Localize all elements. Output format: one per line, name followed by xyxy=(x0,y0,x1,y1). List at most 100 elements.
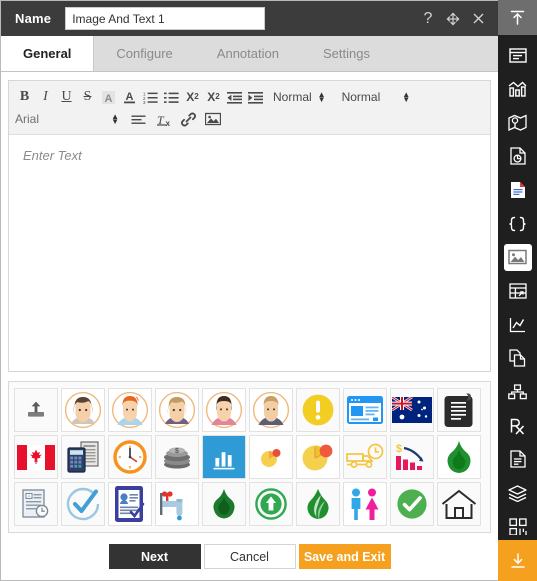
water-tap-icon[interactable] xyxy=(155,482,199,526)
bar-chart-tile-icon[interactable] xyxy=(202,435,246,479)
avatar-boy-dark-hair-icon[interactable] xyxy=(202,388,246,432)
avatar-woman-brown-hair-icon[interactable] xyxy=(61,388,105,432)
font-family-stepper[interactable]: ▲ ▼ xyxy=(111,113,119,126)
svg-text:3: 3 xyxy=(143,100,146,104)
editor-toolbar: B I U S A A 1 2 3 X 2 X 2 Normal ▲ ▼ Nor… xyxy=(9,81,490,135)
palette-row xyxy=(14,388,485,432)
rail-item-image[interactable] xyxy=(503,244,532,271)
rail-item-grid[interactable] xyxy=(504,513,532,540)
warning-exclamation-icon[interactable] xyxy=(296,388,340,432)
superscript-button[interactable]: X2 xyxy=(204,88,223,107)
document-time-icon[interactable]: A xyxy=(14,482,58,526)
rail-item-document[interactable] xyxy=(504,177,532,204)
font-size-value: Normal xyxy=(341,90,381,104)
pie-chart-small-icon[interactable] xyxy=(249,435,293,479)
italic-button[interactable]: I xyxy=(36,88,55,107)
avatar-woman-blonde-icon[interactable] xyxy=(155,388,199,432)
palette-row: $ $ xyxy=(14,435,485,479)
tab-general[interactable]: General xyxy=(1,36,95,71)
dark-flame-icon[interactable] xyxy=(202,482,246,526)
rich-text-editor: B I U S A A 1 2 3 X 2 X 2 Normal ▲ ▼ Nor… xyxy=(8,80,491,372)
strikethrough-button[interactable]: S xyxy=(78,88,97,107)
icon-palette: $ $ A xyxy=(8,381,491,533)
clock-icon[interactable] xyxy=(108,435,152,479)
toolbar-row-1: B I U S A A 1 2 3 X 2 X 2 Normal ▲ ▼ Nor… xyxy=(15,86,484,108)
rail-item-pie-document[interactable] xyxy=(504,143,532,170)
font-color-icon[interactable]: A xyxy=(120,88,139,107)
declining-cost-chart-icon[interactable]: $ xyxy=(390,435,434,479)
svg-text:A: A xyxy=(105,93,113,105)
indent-icon[interactable] xyxy=(246,88,265,107)
restroom-icon[interactable] xyxy=(343,482,387,526)
avatar-man-red-hair-icon[interactable] xyxy=(108,388,152,432)
check-circle-outline-icon[interactable] xyxy=(61,482,105,526)
tab-settings[interactable]: Settings xyxy=(301,36,392,71)
rail-item-bar-chart[interactable] xyxy=(504,76,532,103)
palette-row: A xyxy=(14,482,485,526)
rail-item-hierarchy[interactable] xyxy=(504,379,532,406)
rail-item-list xyxy=(498,35,537,540)
download-icon[interactable] xyxy=(498,540,537,581)
house-outline-icon[interactable] xyxy=(437,482,481,526)
move-icon[interactable] xyxy=(445,10,461,28)
leaf-flame-icon[interactable] xyxy=(296,482,340,526)
font-size-stepper[interactable]: ▲ ▼ xyxy=(402,91,410,104)
link-icon[interactable] xyxy=(179,110,198,129)
next-button[interactable]: Next xyxy=(108,544,201,569)
font-family-dropdown[interactable]: Arial ▲ ▼ xyxy=(15,112,119,126)
paragraph-style-dropdown[interactable]: Normal ▲ ▼ xyxy=(273,90,326,104)
australia-flag-icon[interactable] xyxy=(390,388,434,432)
name-input[interactable] xyxy=(65,7,266,30)
svg-text:A: A xyxy=(126,91,134,103)
id-form-icon[interactable] xyxy=(108,482,152,526)
rail-item-layers[interactable] xyxy=(504,480,532,507)
rail-item-table[interactable] xyxy=(504,278,532,305)
rail-item-line-chart[interactable] xyxy=(504,311,532,338)
unordered-list-icon[interactable] xyxy=(162,88,181,107)
paragraph-style-stepper[interactable]: ▲ ▼ xyxy=(318,91,326,104)
green-check-icon[interactable] xyxy=(390,482,434,526)
canada-flag-icon[interactable] xyxy=(14,435,58,479)
title-bar: Name ? xyxy=(1,1,498,36)
editor-text-area[interactable]: Enter Text xyxy=(9,135,490,371)
tab-annotation[interactable]: Annotation xyxy=(195,36,301,71)
font-family-value: Arial xyxy=(15,112,40,126)
recycle-arrow-circle-icon[interactable] xyxy=(249,482,293,526)
browser-window-icon[interactable] xyxy=(343,388,387,432)
underline-button[interactable]: U xyxy=(57,88,76,107)
help-icon[interactable]: ? xyxy=(420,10,436,28)
cancel-button[interactable]: Cancel xyxy=(203,544,296,569)
rail-item-note[interactable] xyxy=(504,446,532,473)
green-flame-icon[interactable] xyxy=(437,435,481,479)
rail-item-map[interactable] xyxy=(504,109,532,136)
close-icon[interactable] xyxy=(470,10,486,28)
subscript-button[interactable]: X2 xyxy=(183,88,202,107)
rail-item-prescription[interactable] xyxy=(504,412,532,439)
rail-item-panel[interactable] xyxy=(504,42,532,69)
editor-placeholder: Enter Text xyxy=(23,148,82,163)
highlight-color-icon[interactable]: A xyxy=(99,88,118,107)
pie-chart-icon[interactable] xyxy=(296,435,340,479)
align-icon[interactable] xyxy=(129,110,148,129)
save-and-exit-button[interactable]: Save and Exit xyxy=(298,544,391,569)
avatar-man-blonde-icon[interactable] xyxy=(249,388,293,432)
font-size-dropdown[interactable]: Normal ▲ ▼ xyxy=(342,90,411,104)
delivery-truck-time-icon[interactable] xyxy=(343,435,387,479)
collapse-up-icon[interactable] xyxy=(498,0,537,35)
scroll-document-icon[interactable] xyxy=(437,388,481,432)
rail-item-code[interactable] xyxy=(504,210,532,237)
rail-item-copy[interactable] xyxy=(504,345,532,372)
coins-stack-icon[interactable]: $ xyxy=(155,435,199,479)
name-label: Name xyxy=(15,11,52,26)
clear-formatting-icon[interactable]: T x xyxy=(155,110,174,129)
bold-button[interactable]: B xyxy=(15,88,34,107)
upload-icon[interactable] xyxy=(14,388,58,432)
svg-text:$: $ xyxy=(396,443,402,455)
insert-image-icon[interactable] xyxy=(203,110,222,129)
outdent-icon[interactable] xyxy=(225,88,244,107)
calculator-icon[interactable] xyxy=(61,435,105,479)
dialog-body: B I U S A A 1 2 3 X 2 X 2 Normal ▲ ▼ Nor… xyxy=(1,72,498,580)
toolbar-row-2: Arial ▲ ▼ T x xyxy=(15,108,484,130)
ordered-list-icon[interactable]: 1 2 3 xyxy=(141,88,160,107)
tab-configure[interactable]: Configure xyxy=(94,36,194,71)
